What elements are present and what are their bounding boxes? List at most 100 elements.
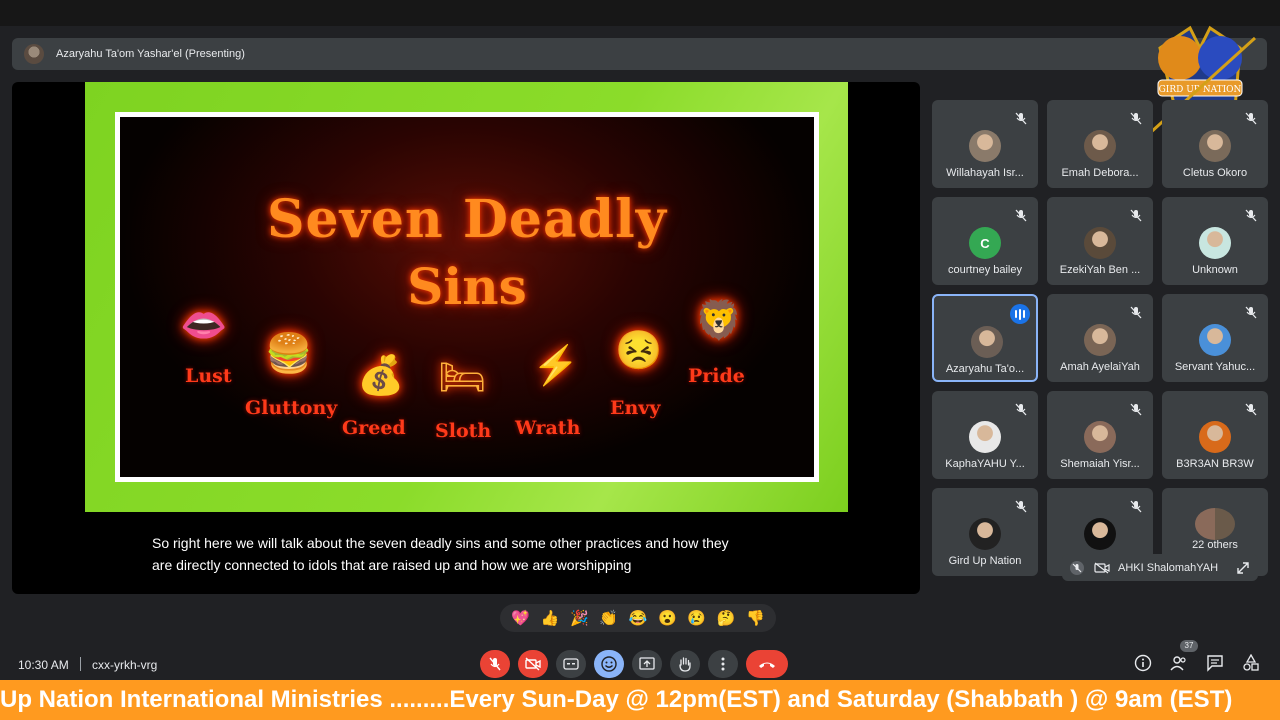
lion-icon: 🦁	[695, 300, 743, 342]
pinned-participant-name: AHKI ShalomahYAH	[1118, 561, 1219, 574]
live-caption: So right here we will talk about the sev…	[152, 532, 792, 576]
participant-name: Emah Debora...	[1061, 167, 1139, 179]
divider	[80, 657, 81, 671]
leave-call-button[interactable]	[746, 650, 788, 678]
chat-icon	[1207, 655, 1223, 672]
mic-off-icon	[1245, 306, 1257, 319]
participant-name: courtney bailey	[948, 264, 1022, 276]
chat-button[interactable]	[1206, 654, 1224, 672]
participant-tile[interactable]: Cletus Okoro	[1162, 100, 1268, 188]
mic-off-icon	[1130, 500, 1142, 513]
angry-face-icon: 😣	[615, 330, 663, 372]
top-strip	[0, 0, 1280, 26]
participant-tile[interactable]: Servant Yahuc...	[1162, 294, 1268, 382]
people-button[interactable]	[1170, 654, 1188, 672]
closed-captions-icon	[563, 658, 579, 670]
camera-off-icon	[1094, 562, 1110, 573]
reaction-emoji[interactable]: 😮	[658, 609, 677, 627]
mic-off-icon	[1130, 112, 1142, 125]
avatar	[1084, 421, 1116, 453]
present-button[interactable]	[632, 650, 662, 678]
hang-up-icon	[759, 662, 775, 668]
mic-off-icon	[1130, 403, 1142, 416]
info-icon	[1134, 654, 1152, 672]
avatar	[1199, 227, 1231, 259]
camera-toggle-button[interactable]	[518, 650, 548, 678]
avatar	[1084, 518, 1116, 550]
slide: Seven Deadly Sins 👄 Lust 🍔 Gluttony 💰 Gr…	[85, 82, 848, 512]
participant-name: B3R3AN BR3W	[1176, 458, 1254, 470]
mic-off-icon	[1130, 306, 1142, 319]
avatar	[1084, 324, 1116, 356]
participant-tile[interactable]: Azaryahu Ta'o...	[932, 294, 1038, 382]
hand-icon	[679, 657, 691, 672]
camera-off-icon	[525, 657, 541, 671]
sin-label-pride: Pride	[688, 365, 745, 387]
reaction-emoji[interactable]: 😢	[687, 609, 706, 627]
pinned-participant[interactable]: AHKI ShalomahYAH	[1062, 554, 1258, 581]
presentation-stage: Seven Deadly Sins 👄 Lust 🍔 Gluttony 💰 Gr…	[12, 82, 920, 594]
mic-off-icon	[1070, 560, 1084, 575]
sin-label-gluttony: Gluttony	[245, 397, 338, 419]
mic-toggle-button[interactable]	[480, 650, 510, 678]
present-screen-icon	[639, 657, 655, 670]
participant-tile[interactable]: KaphaYAHU Y...	[932, 391, 1038, 479]
avatar	[1195, 508, 1235, 540]
participant-name: EzekiYah Ben ...	[1059, 264, 1141, 276]
participant-tile[interactable]: Gird Up Nation	[932, 488, 1038, 576]
participant-name: 22 others	[1192, 539, 1238, 551]
reaction-emoji[interactable]: 💖	[511, 609, 530, 627]
money-bag-icon: 💰	[357, 355, 405, 397]
mic-off-icon	[1015, 112, 1027, 125]
avatar	[1199, 324, 1231, 356]
participant-name: Willahayah Isr...	[946, 167, 1024, 179]
sin-label-lust: Lust	[185, 365, 232, 387]
presenter-avatar	[24, 44, 44, 64]
meeting-info-button[interactable]	[1134, 654, 1152, 672]
caption-line-2: are directly connected to idols that are…	[152, 557, 632, 573]
speaking-indicator-icon	[1010, 304, 1030, 324]
presenter-bar: Azaryahu Ta'om Yashar'el (Presenting)	[12, 38, 1267, 70]
captions-button[interactable]	[556, 650, 586, 678]
participant-tile[interactable]: Ccourtney bailey	[932, 197, 1038, 285]
reaction-emoji[interactable]: 👍	[541, 609, 560, 627]
activities-button[interactable]	[1242, 653, 1260, 672]
avatar	[969, 421, 1001, 453]
reaction-emoji[interactable]: 😂	[629, 609, 648, 627]
more-vert-icon	[721, 657, 725, 671]
reactions-button[interactable]	[594, 650, 624, 678]
call-controls	[480, 650, 788, 678]
avatar	[971, 326, 1003, 358]
participant-tile[interactable]: Shemaiah Yisr...	[1047, 391, 1153, 479]
side-panel-controls	[1134, 653, 1260, 672]
reaction-emoji[interactable]: 🎉	[570, 609, 589, 627]
meeting-code: cxx-yrkh-vrg	[92, 658, 158, 672]
avatar	[969, 518, 1001, 550]
participant-tile[interactable]: Unknown	[1162, 197, 1268, 285]
reaction-emoji[interactable]: 👎	[746, 609, 765, 627]
lightning-icon: ⚡	[532, 345, 580, 387]
participant-tile[interactable]: B3R3AN BR3W	[1162, 391, 1268, 479]
participant-name: Shemaiah Yisr...	[1060, 458, 1140, 470]
participant-tile[interactable]: EzekiYah Ben ...	[1047, 197, 1153, 285]
mic-off-icon	[1015, 209, 1027, 222]
participant-name: Azaryahu Ta'o...	[945, 363, 1025, 375]
more-options-button[interactable]	[708, 650, 738, 678]
avatar	[1084, 227, 1116, 259]
reaction-emoji[interactable]: 👏	[599, 609, 618, 627]
people-icon	[1170, 656, 1186, 671]
sin-label-sloth: Sloth	[435, 420, 492, 442]
participant-tile[interactable]: Willahayah Isr...	[932, 100, 1038, 188]
raise-hand-button[interactable]	[670, 650, 700, 678]
participant-count-badge: 37	[1180, 640, 1198, 652]
participant-tile[interactable]: Emah Debora...	[1047, 100, 1153, 188]
avatar	[969, 130, 1001, 162]
expand-icon[interactable]	[1236, 561, 1250, 575]
participant-tile[interactable]: Amah AyelaiYah	[1047, 294, 1153, 382]
clock: 10:30 AM	[18, 658, 69, 672]
reaction-emoji[interactable]: 🤔	[717, 609, 736, 627]
caption-line-1: So right here we will talk about the sev…	[152, 535, 729, 551]
avatar	[1199, 130, 1231, 162]
activities-icon	[1243, 653, 1259, 671]
presenter-name: Azaryahu Ta'om Yashar'el (Presenting)	[56, 48, 245, 60]
